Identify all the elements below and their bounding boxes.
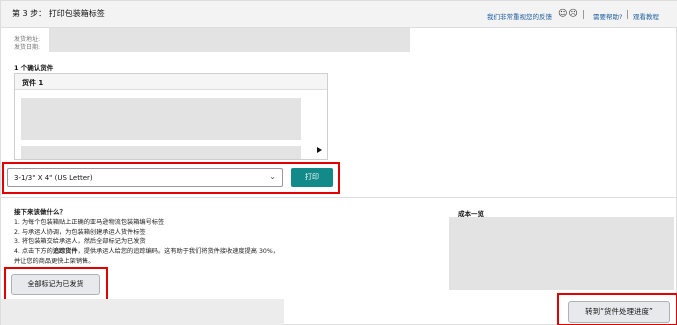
chevron-down-icon: ⌄ bbox=[269, 172, 276, 181]
list-item: 并让您的商品更快上架销售。 bbox=[14, 257, 95, 265]
cost-redacted-block bbox=[449, 217, 674, 290]
shipment-card: 货件 1 bbox=[14, 73, 328, 160]
print-labels-panel: 第 3 步： 打印包装箱标签 我们非常重视您的反馈 ☺☹ 需要帮助? 观看教程 … bbox=[0, 0, 677, 325]
go-to-shipment-progress-button[interactable]: 转到“货件处理进度” bbox=[568, 301, 670, 323]
list-item: 1. 为每个包装箱贴上正确的亚马逊物流包装箱编号标签 bbox=[14, 219, 165, 226]
shipment-redacted-block bbox=[21, 146, 301, 159]
scroll-right-arrow-icon[interactable] bbox=[317, 147, 322, 153]
feedback-link[interactable]: 我们非常重视您的反馈 bbox=[487, 11, 552, 21]
tutorial-link[interactable]: 观看教程 bbox=[633, 11, 659, 21]
list-item: 2. 与承运人协调，为包装箱创建承运人货件标签 bbox=[14, 228, 146, 236]
shipment-redacted-block bbox=[21, 98, 301, 140]
next-steps-title: 接下来该做什么？ bbox=[14, 208, 66, 216]
list-item: 3. 将包装箱交给承运人，然后全部标记为已发货 bbox=[14, 238, 146, 246]
header-divider bbox=[627, 10, 628, 19]
list-item: 4. 点击下方的追踪货件，提供承运人给您的追踪编码。这有助于我们将货件接收速度提… bbox=[14, 248, 279, 256]
mark-all-shipped-button[interactable]: 全部标记为已发货 bbox=[11, 274, 100, 295]
step-title: 第 3 步： 打印包装箱标签 bbox=[12, 9, 105, 18]
ship-date-label: 发货日期: bbox=[14, 44, 41, 51]
footer-redacted-block bbox=[1, 299, 284, 325]
feedback-faces-icon[interactable]: ☺☹ bbox=[558, 9, 579, 19]
label-size-value: 3-1/3" X 4" (US Letter) bbox=[14, 174, 93, 182]
address-redacted-block bbox=[49, 28, 410, 52]
track-shipment-text: 追踪货件 bbox=[52, 248, 78, 256]
shipment-card-header: 货件 1 bbox=[15, 74, 327, 90]
help-link[interactable]: 需要帮助? bbox=[593, 11, 622, 21]
header-divider bbox=[583, 10, 584, 19]
confirmed-shipments-title: 1 个确认货件 bbox=[14, 64, 54, 72]
label-size-select[interactable]: 3-1/3" X 4" (US Letter) ⌄ bbox=[7, 168, 283, 187]
print-button[interactable]: 打印 bbox=[291, 168, 333, 187]
next-steps-list: 1. 为每个包装箱贴上正确的亚马逊物流包装箱编号标签 2. 与承运人协调，为包装… bbox=[14, 218, 279, 267]
step-header: 第 3 步： 打印包装箱标签 我们非常重视您的反馈 ☺☹ 需要帮助? 观看教程 bbox=[1, 1, 677, 28]
section-divider bbox=[1, 197, 677, 198]
shipment-name: 货件 1 bbox=[22, 79, 44, 87]
